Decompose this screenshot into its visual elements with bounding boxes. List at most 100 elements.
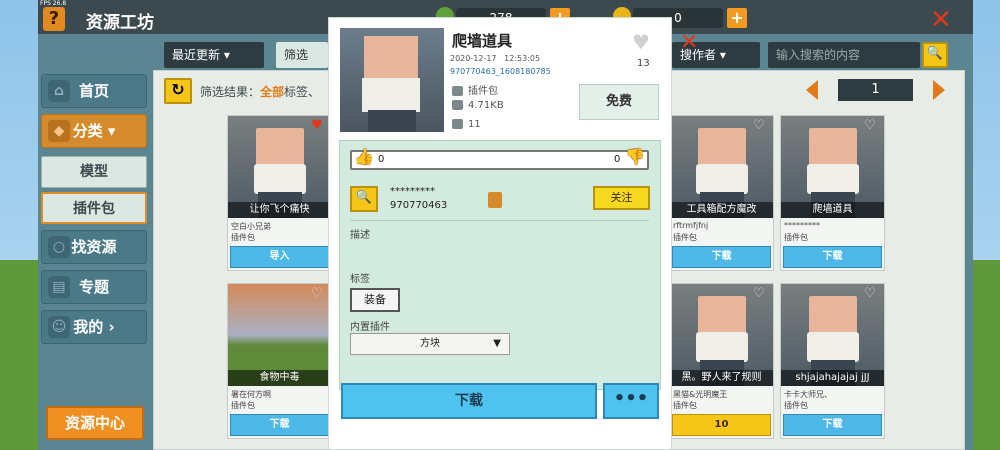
sidebar-item-topic[interactable]: ▤ 专题: [41, 270, 147, 304]
more-button[interactable]: •••: [603, 383, 659, 419]
thumbs-up-icon[interactable]: 👍: [354, 147, 374, 171]
filter-result-text: 筛选结果：全部标签、: [200, 83, 320, 100]
resource-card[interactable]: ♡ shjajahajajaj jJJ 卡卡大师兄、 插件包 下载: [780, 283, 885, 439]
sidebar-label: 专题: [78, 278, 109, 296]
sort-label: 最近更新: [172, 48, 221, 62]
result-all: 全部: [260, 85, 285, 99]
heart-icon[interactable]: ♡: [864, 119, 880, 133]
next-page-icon[interactable]: [933, 80, 945, 100]
heart-icon[interactable]: ♡: [864, 287, 880, 301]
detail-date: 2020-12-17: [450, 54, 497, 63]
app-title: 资源工坊: [86, 13, 154, 33]
like-heart-icon[interactable]: ♥: [632, 30, 650, 54]
sidebar-subitem-model[interactable]: 模型: [41, 156, 147, 188]
author-search-button[interactable]: 🔍: [350, 186, 378, 212]
sidebar-label: 我的: [73, 318, 104, 336]
package-icon: [452, 86, 463, 96]
folder-icon: [452, 100, 463, 110]
fps-counter: FPS 26.8: [40, 0, 67, 7]
card-title: 工具箱配方魔改: [670, 202, 773, 218]
heart-icon[interactable]: ♡: [753, 287, 769, 301]
detail-downloads-row: 11: [452, 119, 481, 130]
builtin-value: 方块: [420, 338, 440, 349]
author-id: 970770463: [390, 200, 448, 211]
card-type: 插件包: [231, 233, 255, 242]
search-input[interactable]: 输入搜索的内容: [768, 42, 920, 68]
refresh-button[interactable]: ↻: [164, 78, 192, 104]
thumbs-down-count: 0: [614, 154, 621, 165]
resource-center-button[interactable]: 资源中心: [46, 406, 144, 440]
chevron-down-icon: ▼: [493, 338, 501, 349]
filter-button[interactable]: 筛选: [276, 42, 328, 68]
close-icon[interactable]: ✕: [930, 5, 952, 35]
builtin-select[interactable]: 方块 ▼: [350, 333, 510, 355]
card-author: 空白小兄弟: [231, 222, 271, 231]
detail-datetime: 2020-12-17 12:53:05: [450, 54, 540, 63]
card-author: 黑猫&光明魔王: [673, 390, 728, 399]
prev-page-icon[interactable]: [806, 80, 818, 100]
add-coins-button[interactable]: +: [727, 8, 747, 28]
thumbs-up-count: 0: [378, 154, 385, 165]
card-import-button[interactable]: 导入: [230, 246, 329, 268]
card-type: 插件包: [673, 401, 697, 410]
detail-downloads: 11: [468, 119, 481, 130]
follow-button[interactable]: 关注: [593, 186, 650, 210]
resource-card[interactable]: ♡ 工具箱配方魔改 rftrmfjfnj 插件包 下载: [669, 115, 774, 271]
card-download-button[interactable]: 下载: [230, 414, 329, 436]
detail-size-row: 4.71KB: [452, 100, 504, 111]
sidebar-item-find[interactable]: ○ 找资源: [41, 230, 147, 264]
sidebar-label: 分类: [72, 122, 103, 140]
card-download-button[interactable]: 下载: [672, 246, 771, 268]
resource-card[interactable]: ♥ 让你飞个痛快 空白小兄弟 插件包 导入: [227, 115, 332, 271]
like-count: 13: [637, 58, 650, 69]
sidebar-label: 找资源: [71, 238, 117, 256]
sort-dropdown[interactable]: 最近更新 ▾: [164, 42, 264, 68]
heart-icon[interactable]: ♥: [311, 119, 327, 133]
topic-icon: ▤: [48, 276, 70, 298]
card-download-button[interactable]: 下载: [783, 246, 882, 268]
rating-bar: 👍 0 0 👎: [350, 147, 649, 171]
card-type: 插件包: [231, 401, 255, 410]
download-icon: [452, 119, 463, 129]
resource-card[interactable]: ♡ 爬墙道具 ********* 插件包 下载: [780, 115, 885, 271]
detail-image: [340, 28, 444, 132]
result-tag: 标签、: [284, 85, 321, 99]
free-button[interactable]: 免费: [579, 84, 659, 120]
sidebar-item-mine[interactable]: ☺ 我的 ›: [41, 310, 147, 344]
card-type: 插件包: [784, 401, 808, 410]
result-prefix: 筛选结果：: [200, 85, 261, 99]
tag-chip[interactable]: 装备: [350, 288, 400, 312]
builtin-label: 内置插件: [350, 322, 390, 333]
author-name: *********: [390, 186, 435, 197]
card-author: 暑在何方啊: [231, 390, 271, 399]
card-buy-button[interactable]: 10: [672, 414, 771, 436]
detail-size: 4.71KB: [468, 100, 504, 111]
detail-id: 970770463_1608180785: [450, 67, 551, 76]
thumbs-down-icon[interactable]: 👎: [625, 147, 645, 171]
sidebar-subitem-plugin[interactable]: 插件包: [41, 192, 147, 224]
resource-card[interactable]: ♡ 食物中毒 暑在何方啊 插件包 下载: [227, 283, 332, 439]
search-icon: ○: [48, 236, 70, 258]
sidebar-item-home[interactable]: ⌂ 首页: [41, 74, 147, 108]
card-title: 让你飞个痛快: [228, 202, 331, 218]
card-author: 卡卡大师兄、: [784, 390, 832, 399]
home-icon: ⌂: [48, 80, 70, 102]
close-modal-icon[interactable]: ✕: [680, 30, 698, 55]
sidebar-item-category[interactable]: ◆ 分类 ▾: [41, 114, 147, 148]
heart-icon[interactable]: ♡: [311, 287, 327, 301]
copy-icon[interactable]: [488, 192, 502, 208]
card-title: 爬墙道具: [781, 202, 884, 218]
card-title: 黑。野人来了规则: [670, 370, 773, 386]
detail-title: 爬墙道具: [452, 32, 513, 50]
divider: [350, 220, 649, 221]
category-icon: ◆: [48, 120, 70, 142]
detail-time: 12:53:05: [504, 54, 541, 63]
search-button[interactable]: 🔍: [922, 42, 948, 68]
help-button[interactable]: ?: [43, 7, 65, 31]
heart-icon[interactable]: ♡: [753, 119, 769, 133]
resource-card[interactable]: ♡ 黑。野人来了规则 黑猫&光明魔王 插件包 10: [669, 283, 774, 439]
card-author: *********: [784, 221, 820, 230]
card-type: 插件包: [673, 233, 697, 242]
card-download-button[interactable]: 下载: [783, 414, 882, 436]
download-button[interactable]: 下载: [341, 383, 597, 419]
